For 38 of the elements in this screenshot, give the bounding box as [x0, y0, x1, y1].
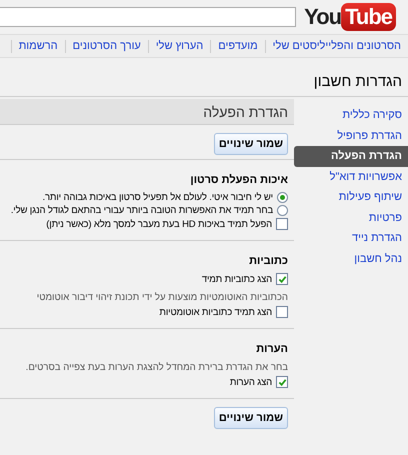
- logo-text: You: [304, 4, 342, 30]
- radio-button[interactable]: [277, 205, 288, 216]
- sidebar-item[interactable]: פרטיות: [294, 208, 408, 228]
- sidebar-item[interactable]: אפשרויות דוא"ל: [294, 166, 408, 187]
- checkbox[interactable]: [276, 376, 288, 388]
- youtube-logo[interactable]: You Tube: [302, 3, 396, 31]
- nav-link[interactable]: הערוץ שלי: [148, 40, 210, 52]
- logo-badge: Tube: [341, 3, 396, 31]
- note-text: בחר את הגדרת ברירת המחדל להצגת הערות בעת צפייה בסרטים.: [24, 361, 288, 374]
- sidebar-item[interactable]: הגדרת פרופיל: [294, 126, 408, 146]
- nav-link[interactable]: הסרטונים והפלייליסטים שלי: [266, 40, 408, 52]
- note-text: הכתוביות האוטומטיות מוצעות על ידי תכונת זיהוי דיבור אוטומטי: [36, 291, 288, 304]
- section-title: הערות: [255, 343, 288, 355]
- option-label: הפעל תמיד באיכות HD בעת מעבר למסך מלא (כאשר ניתן): [46, 218, 272, 230]
- sidebar-item[interactable]: נהל חשבון: [294, 248, 408, 269]
- checkbox[interactable]: [276, 306, 288, 318]
- save-button[interactable]: שמור שינויים: [214, 407, 288, 429]
- sidebar-item[interactable]: הגדרת הפעלה: [294, 146, 408, 166]
- radio-button[interactable]: [277, 192, 288, 203]
- option-label: הצג תמיד כתוביות אוטומטיות: [159, 306, 272, 318]
- panel-title: הגדרת הפעלה: [203, 104, 288, 120]
- option-label: הצג הערות: [230, 376, 272, 388]
- option-label: יש לי חיבור איטי. לעולם אל תפעיל סרטון באיכות גבוהה יותר.: [42, 192, 273, 203]
- sidebar-item[interactable]: שיתוף פעילות: [294, 187, 408, 208]
- sidebar-item[interactable]: סקירה כללית: [294, 105, 408, 126]
- section-title: כתוביות: [248, 255, 288, 267]
- checkbox[interactable]: [276, 218, 288, 230]
- option-label: בחר תמיד את האפשרות הטובה ביותר עבורי בהתאם לגודל הנגן שלי.: [10, 205, 273, 216]
- nav-link[interactable]: עורך הסרטונים: [66, 40, 148, 52]
- checkbox[interactable]: [276, 273, 288, 285]
- nav-link[interactable]: מועדפים: [211, 40, 265, 52]
- option-label: הצג כתוביות תמיד: [202, 274, 272, 284]
- section-title: איכות הפעלת סרטון: [189, 174, 288, 186]
- nav-link[interactable]: הרשמות: [12, 40, 65, 52]
- sidebar-item[interactable]: הגדרת נייד: [294, 228, 408, 248]
- page-title: הגדרות חשבון: [312, 72, 403, 92]
- save-button[interactable]: שמור שינויים: [214, 133, 288, 155]
- search-field[interactable]: [0, 7, 296, 27]
